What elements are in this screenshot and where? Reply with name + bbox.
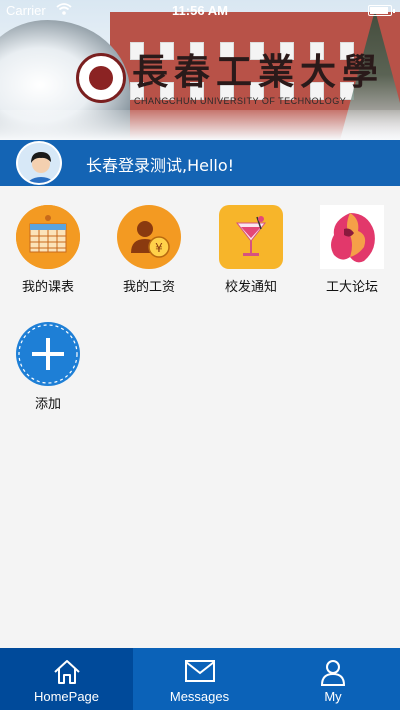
app-grid: 我的课表 ¥ 我的工资 校发通知 工大论坛 添加 <box>0 186 400 648</box>
forum-lion-icon <box>320 205 384 269</box>
app-label-add: 添加 <box>34 397 61 412</box>
greeting-text: 长春登录测试,Hello! <box>86 156 235 175</box>
app-tile-notice[interactable]: 校发通知 <box>206 205 296 295</box>
home-icon <box>52 658 82 690</box>
tab-label-homepage: HomePage <box>33 689 100 704</box>
battery-icon <box>368 5 395 16</box>
tab-label-messages: Messages <box>169 689 230 704</box>
university-logo-subtitle: CHANGCHUN UNIVERSITY OF TECHNOLOGY <box>134 96 347 106</box>
user-avatar-icon[interactable] <box>16 141 62 185</box>
app-label-salary: 我的工资 <box>122 280 175 295</box>
app-label-forum: 工大论坛 <box>325 280 378 295</box>
app-tile-salary[interactable]: ¥ 我的工资 <box>104 205 194 295</box>
app-tile-add[interactable]: 添加 <box>3 322 93 412</box>
university-logo-title: 長春工業大學 <box>132 51 385 93</box>
app-tile-timetable[interactable]: 我的课表 <box>3 205 93 295</box>
app-label-notice: 校发通知 <box>224 280 277 295</box>
university-seal-icon <box>76 53 126 103</box>
app-tile-forum[interactable]: 工大论坛 <box>307 205 397 295</box>
salary-icon: ¥ <box>117 205 181 269</box>
app-label-timetable: 我的课表 <box>21 280 74 295</box>
mail-icon <box>184 658 216 688</box>
person-icon <box>319 658 347 690</box>
timetable-icon <box>16 205 80 269</box>
notice-cocktail-icon <box>219 205 283 269</box>
tab-messages[interactable]: Messages <box>133 648 266 710</box>
snow-ground <box>0 110 400 140</box>
status-bar: Carrier 11:56 AM <box>0 0 400 22</box>
add-icon <box>16 322 80 386</box>
bottom-tab-bar: HomePage Messages My <box>0 648 400 710</box>
tab-label-my: My <box>324 689 342 704</box>
greeting-bar: 长春登录测试,Hello! <box>0 140 400 186</box>
tab-homepage[interactable]: HomePage <box>0 648 133 710</box>
status-time: 11:56 AM <box>172 3 228 18</box>
svg-text:¥: ¥ <box>155 241 163 255</box>
tab-my[interactable]: My <box>266 648 400 710</box>
